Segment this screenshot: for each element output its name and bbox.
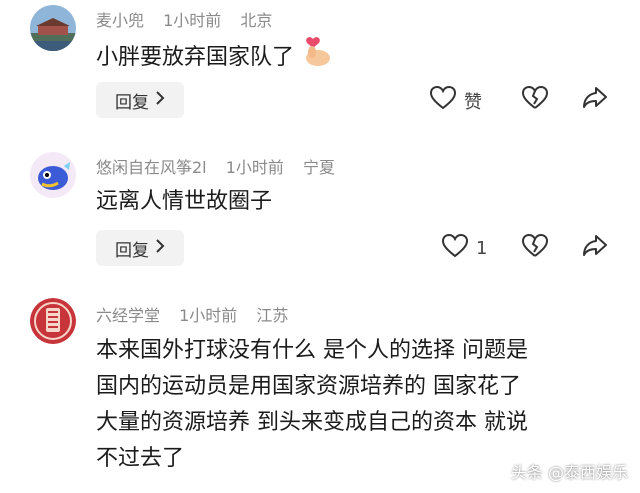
share-button[interactable] [582, 234, 608, 263]
comment-text-line: 本来国外打球没有什么 是个人的选择 问题是 [96, 338, 528, 363]
avatar[interactable] [30, 298, 76, 344]
timestamp: 1小时前 [225, 158, 284, 177]
like-button[interactable]: 1 [441, 233, 488, 263]
broken-heart-icon [521, 233, 549, 263]
username[interactable]: 麦小兜 [96, 11, 144, 30]
share-arrow-icon [582, 86, 608, 115]
dislike-button[interactable] [521, 233, 549, 263]
comment-meta: 六经学堂 1小时前 江苏 [96, 302, 302, 326]
comment-text-body: 小胖要放弃国家队了 [96, 45, 295, 70]
avatar[interactable] [30, 5, 76, 51]
finger-heart-emoji [301, 36, 333, 80]
comment-text: 本来国外打球没有什么 是个人的选择 问题是 国内的运动员是用国家资源培养的 国家… [96, 333, 620, 477]
location: 宁夏 [303, 158, 336, 177]
chevron-right-icon [155, 90, 165, 110]
avatar[interactable] [30, 152, 76, 198]
watermark: 头条 @泰西娱乐 [510, 463, 628, 482]
comment-meta: 麦小兜 1小时前 北京 [96, 7, 286, 31]
share-button[interactable] [582, 86, 608, 115]
like-label: 赞 [464, 91, 482, 113]
broken-heart-icon [521, 85, 549, 115]
comment-meta: 悠闲自在风筝2l 1小时前 宁夏 [96, 154, 349, 178]
reply-button[interactable]: 回复 [96, 82, 184, 118]
dislike-button[interactable] [521, 85, 549, 115]
comment-text: 远离人情世故圈子 [96, 184, 620, 220]
like-count: 1 [476, 238, 488, 259]
comment-text: 小胖要放弃国家队了 [96, 36, 620, 80]
timestamp: 1小时前 [163, 11, 222, 30]
reply-label: 回复 [115, 240, 149, 261]
chevron-right-icon [155, 238, 165, 258]
heart-outline-icon [429, 85, 457, 115]
username[interactable]: 六经学堂 [96, 306, 160, 325]
comment-text-line: 大量的资源培养 到头来变成自己的资本 就说 [96, 410, 528, 435]
heart-outline-icon [441, 233, 469, 263]
location: 江苏 [256, 306, 289, 325]
share-arrow-icon [582, 234, 608, 263]
reply-label: 回复 [115, 92, 149, 113]
like-button[interactable]: 赞 [429, 85, 482, 115]
comment-text-body: 远离人情世故圈子 [96, 189, 273, 214]
reply-button[interactable]: 回复 [96, 230, 184, 266]
comment-text-line: 国内的运动员是用国家资源培养的 国家花了 [96, 374, 521, 399]
timestamp: 1小时前 [179, 306, 238, 325]
location: 北京 [240, 11, 273, 30]
username[interactable]: 悠闲自在风筝2l [96, 158, 207, 177]
